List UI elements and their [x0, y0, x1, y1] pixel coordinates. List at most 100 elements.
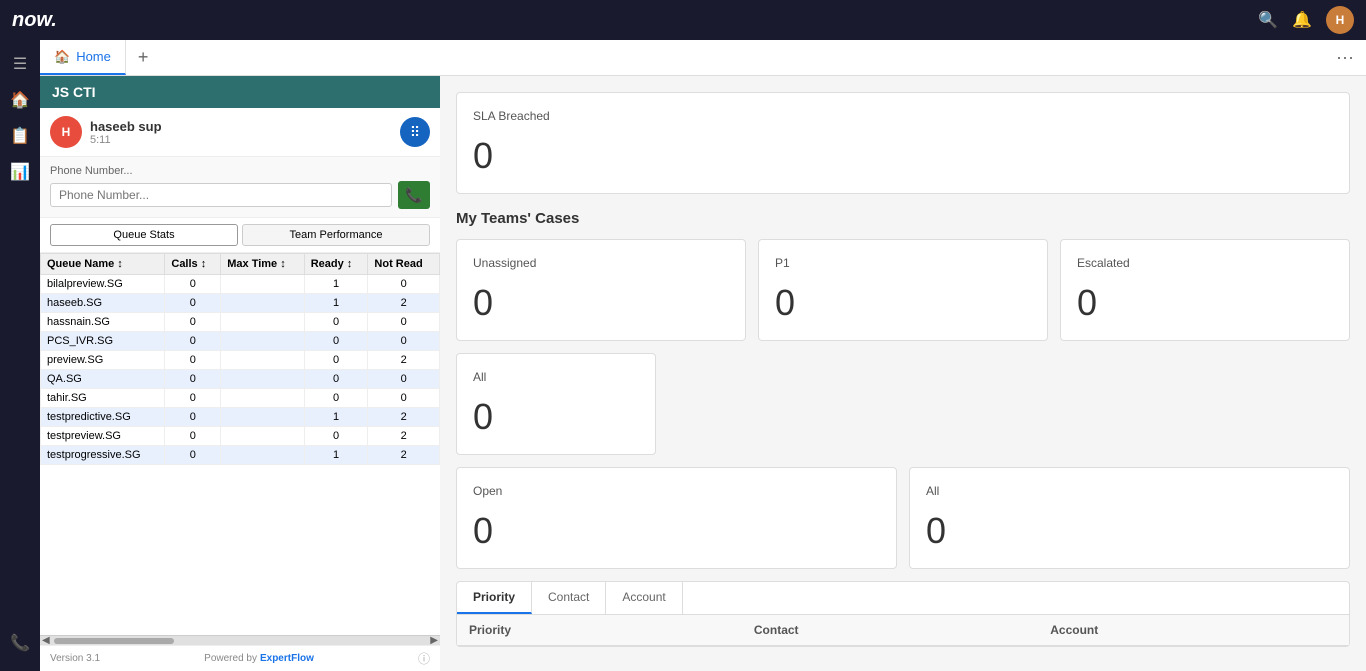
max-time-cell: [221, 427, 304, 446]
open-card: Open 0: [456, 467, 897, 569]
sidebar-bottom: 📞: [4, 627, 36, 671]
queue-name-cell: bilalpreview.SG: [41, 275, 165, 294]
queue-name-cell: haseeb.SG: [41, 294, 165, 313]
bottom-cards-row: All 0: [456, 353, 1350, 455]
expertflow-logo: Powered by ExpertFlow: [204, 653, 314, 664]
ready-cell: 1: [304, 408, 368, 427]
queue-table: Queue Name ↕ Calls ↕ Max Time ↕ Ready ↕ …: [40, 253, 440, 465]
sla-value: 0: [473, 135, 1333, 177]
agent-avatar: H: [50, 116, 82, 148]
escalated-label: Escalated: [1077, 256, 1333, 270]
top-nav: now. 🔍 🔔 H: [0, 0, 1366, 40]
contact-header: Contact: [742, 615, 1038, 646]
table-row: testpreview.SG 0 0 2: [41, 427, 440, 446]
queue-name-cell: testpreview.SG: [41, 427, 165, 446]
sidebar-item-home[interactable]: 🏠: [4, 84, 36, 116]
team-performance-tab[interactable]: Team Performance: [242, 224, 430, 246]
max-time-cell: [221, 351, 304, 370]
queue-table-wrap: Queue Name ↕ Calls ↕ Max Time ↕ Ready ↕ …: [40, 253, 440, 635]
tab-more-button[interactable]: ···: [1324, 47, 1366, 68]
max-time-cell: [221, 275, 304, 294]
contact-tab[interactable]: Contact: [532, 582, 606, 614]
jscti-header: JS CTI: [40, 76, 440, 108]
not-ready-cell: 2: [368, 427, 440, 446]
sidebar-item-phone[interactable]: 📞: [4, 627, 36, 659]
unassigned-label: Unassigned: [473, 256, 729, 270]
hscroll-thumb[interactable]: [54, 638, 174, 644]
queue-name-cell: tahir.SG: [41, 389, 165, 408]
not-ready-cell: 2: [368, 446, 440, 465]
phone-grid-button[interactable]: ⠿: [400, 117, 430, 147]
tab-bar: 🏠 Home + ···: [40, 40, 1366, 76]
tab-add-button[interactable]: +: [126, 47, 161, 68]
home-icon: 🏠: [54, 49, 70, 65]
tab-home[interactable]: 🏠 Home: [40, 40, 126, 75]
not-ready-cell: 0: [368, 275, 440, 294]
search-icon[interactable]: 🔍: [1258, 10, 1278, 30]
account-tab[interactable]: Account: [606, 582, 682, 614]
all-metric-value: 0: [926, 510, 1333, 552]
info-icon[interactable]: ⓘ: [418, 650, 430, 667]
phone-input[interactable]: [50, 183, 392, 207]
ready-cell: 0: [304, 370, 368, 389]
p1-card: P1 0: [758, 239, 1048, 341]
max-time-cell: [221, 294, 304, 313]
col-calls[interactable]: Calls ↕: [165, 254, 221, 275]
open-value: 0: [473, 510, 880, 552]
max-time-cell: [221, 370, 304, 389]
phone-label: Phone Number...: [50, 165, 430, 177]
right-main: SLA Breached 0 My Teams' Cases Unassigne…: [440, 76, 1366, 671]
table-row: PCS_IVR.SG 0 0 0: [41, 332, 440, 351]
bell-icon[interactable]: 🔔: [1292, 10, 1312, 30]
metrics-row: SLA Breached 0: [456, 92, 1350, 194]
ready-cell: 1: [304, 275, 368, 294]
ready-cell: 1: [304, 294, 368, 313]
table-row: haseeb.SG 0 1 2: [41, 294, 440, 313]
queue-name-cell: testprogressive.SG: [41, 446, 165, 465]
table-header-row: Queue Name ↕ Calls ↕ Max Time ↕ Ready ↕ …: [41, 254, 440, 275]
queue-name-cell: PCS_IVR.SG: [41, 332, 165, 351]
call-button[interactable]: 📞: [398, 181, 430, 209]
sla-breached-card: SLA Breached 0: [456, 92, 1350, 194]
cases-header-row: Priority Contact Account: [457, 615, 1349, 646]
version-text: Version 3.1: [50, 653, 100, 664]
sidebar-item-menu[interactable]: ☰: [4, 48, 36, 80]
unassigned-value: 0: [473, 282, 729, 324]
col-queue-name[interactable]: Queue Name ↕: [41, 254, 165, 275]
calls-cell: 0: [165, 294, 221, 313]
table-row: testpredictive.SG 0 1 2: [41, 408, 440, 427]
col-not-ready[interactable]: Not Read: [368, 254, 440, 275]
table-row: preview.SG 0 0 2: [41, 351, 440, 370]
not-ready-cell: 0: [368, 370, 440, 389]
agent-time: 5:11: [90, 134, 162, 146]
col-max-time[interactable]: Max Time ↕: [221, 254, 304, 275]
calls-cell: 0: [165, 370, 221, 389]
top-nav-right: 🔍 🔔 H: [1258, 6, 1354, 34]
main-content: JS CTI H haseeb sup 5:11 ⠿ Phone Number.…: [40, 76, 1366, 671]
col-ready[interactable]: Ready ↕: [304, 254, 368, 275]
queue-name-cell: hassnain.SG: [41, 313, 165, 332]
not-ready-cell: 0: [368, 389, 440, 408]
calls-cell: 0: [165, 446, 221, 465]
priority-tab[interactable]: Priority: [457, 582, 532, 614]
sidebar-item-analytics[interactable]: 📊: [4, 156, 36, 188]
queue-name-cell: testpredictive.SG: [41, 408, 165, 427]
not-ready-cell: 0: [368, 313, 440, 332]
brand-text: ExpertFlow: [260, 653, 314, 664]
ready-cell: 1: [304, 446, 368, 465]
my-teams-cases-section: My Teams' Cases Unassigned 0 P1 0 Escala…: [456, 210, 1350, 455]
ready-cell: 0: [304, 332, 368, 351]
table-row: QA.SG 0 0 0: [41, 370, 440, 389]
not-ready-cell: 0: [368, 332, 440, 351]
calls-cell: 0: [165, 427, 221, 446]
sidebar-item-tasks[interactable]: 📋: [4, 120, 36, 152]
cases-table: Priority Contact Account: [457, 615, 1349, 646]
max-time-cell: [221, 408, 304, 427]
queue-stats-tab[interactable]: Queue Stats: [50, 224, 238, 246]
hscroll-bar[interactable]: ◀ ▶: [40, 635, 440, 645]
max-time-cell: [221, 332, 304, 351]
user-avatar[interactable]: H: [1326, 6, 1354, 34]
not-ready-cell: 2: [368, 294, 440, 313]
jscti-body: H haseeb sup 5:11 ⠿ Phone Number... 📞: [40, 108, 440, 671]
agent-left: H haseeb sup 5:11: [50, 116, 162, 148]
